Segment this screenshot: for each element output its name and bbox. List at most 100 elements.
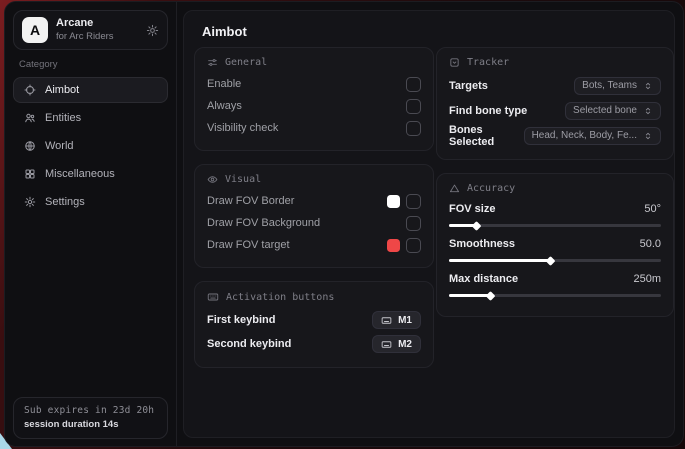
right-column: Tracker Targets Bots, Teams bbox=[436, 47, 674, 317]
setting-label: First keybind bbox=[207, 314, 275, 326]
session-duration-text: session duration 14s bbox=[24, 419, 157, 430]
sidebar-nav: Aimbot Entities bbox=[5, 77, 176, 215]
setting-label: Targets bbox=[449, 80, 488, 92]
sidebar-item-entities[interactable]: Entities bbox=[13, 105, 168, 131]
select-value: Selected bone bbox=[573, 105, 637, 116]
smoothness-slider[interactable] bbox=[449, 259, 661, 262]
globe-icon bbox=[24, 140, 36, 152]
general-card: General Enable Always Visibility check bbox=[194, 47, 434, 151]
eye-icon bbox=[207, 174, 218, 185]
users-icon bbox=[24, 112, 36, 124]
sidebar-item-miscellaneous[interactable]: Miscellaneous bbox=[13, 161, 168, 187]
setting-label: Draw FOV Background bbox=[207, 217, 320, 229]
desktop-background: A Arcane for Arc Riders Category bbox=[0, 0, 685, 449]
max-distance-slider[interactable] bbox=[449, 294, 661, 297]
chevrons-up-down-icon bbox=[643, 106, 653, 116]
targets-select[interactable]: Bots, Teams bbox=[574, 77, 661, 95]
setting-row-enable: Enable bbox=[207, 73, 421, 95]
sidebar-item-label: World bbox=[45, 140, 74, 152]
subscription-card: Sub expires in 23d 20h session duration … bbox=[13, 397, 168, 439]
gear-icon[interactable] bbox=[146, 24, 159, 37]
slider-handle[interactable] bbox=[471, 221, 481, 231]
section-title-activation: Activation buttons bbox=[226, 292, 334, 303]
keyboard-icon bbox=[381, 339, 392, 350]
fov-border-color-swatch[interactable] bbox=[387, 195, 400, 208]
setting-label: Bones Selected bbox=[449, 124, 524, 148]
setting-row-max-distance: Max distance 250m bbox=[449, 270, 661, 297]
find-bone-type-select[interactable]: Selected bone bbox=[565, 102, 661, 120]
chevrons-up-down-icon bbox=[643, 81, 653, 91]
setting-label: Second keybind bbox=[207, 338, 291, 350]
brand-card: A Arcane for Arc Riders bbox=[13, 10, 168, 50]
setting-row-find-bone-type: Find bone type Selected bone bbox=[449, 98, 661, 123]
visibility-check-checkbox[interactable] bbox=[406, 121, 421, 136]
always-checkbox[interactable] bbox=[406, 99, 421, 114]
crosshair-icon bbox=[24, 84, 36, 96]
draw-fov-background-checkbox[interactable] bbox=[406, 216, 421, 231]
draw-fov-target-checkbox[interactable] bbox=[406, 238, 421, 253]
setting-row-draw-fov-background: Draw FOV Background bbox=[207, 212, 421, 234]
bones-selected-select[interactable]: Head, Neck, Body, Fe... bbox=[524, 127, 661, 145]
setting-label: FOV size bbox=[449, 203, 495, 215]
sidebar-item-label: Entities bbox=[45, 112, 81, 124]
sub-expiry-text: Sub expires in 23d 20h bbox=[24, 405, 157, 416]
keybind-value: M2 bbox=[398, 339, 412, 350]
app-subtitle: for Arc Riders bbox=[56, 31, 114, 43]
main-panel: Aimbot General Enable bbox=[183, 10, 675, 438]
setting-row-always: Always bbox=[207, 95, 421, 117]
slider-value: 50° bbox=[644, 203, 661, 215]
setting-label: Draw FOV Border bbox=[207, 195, 294, 207]
app-logo: A bbox=[22, 17, 48, 43]
app-window: A Arcane for Arc Riders Category bbox=[4, 1, 684, 447]
second-keybind-button[interactable]: M2 bbox=[372, 335, 421, 353]
gear-icon bbox=[24, 196, 36, 208]
section-title-visual: Visual bbox=[225, 174, 261, 185]
category-label: Category bbox=[19, 59, 162, 70]
sidebar-item-label: Miscellaneous bbox=[45, 168, 115, 180]
draw-fov-border-checkbox[interactable] bbox=[406, 194, 421, 209]
keybind-value: M1 bbox=[398, 315, 412, 326]
setting-row-targets: Targets Bots, Teams bbox=[449, 73, 661, 98]
slider-value: 250m bbox=[633, 273, 661, 285]
setting-label: Enable bbox=[207, 78, 241, 90]
sidebar: A Arcane for Arc Riders Category bbox=[5, 2, 177, 446]
setting-row-smoothness: Smoothness 50.0 bbox=[449, 235, 661, 262]
setting-label: Visibility check bbox=[207, 122, 278, 134]
setting-label: Find bone type bbox=[449, 105, 527, 117]
slider-handle[interactable] bbox=[545, 256, 555, 266]
setting-row-visibility-check: Visibility check bbox=[207, 117, 421, 139]
setting-row-draw-fov-target: Draw FOV target bbox=[207, 234, 421, 256]
slider-handle[interactable] bbox=[486, 291, 496, 301]
setting-label: Smoothness bbox=[449, 238, 515, 250]
fov-target-color-swatch[interactable] bbox=[387, 239, 400, 252]
slider-fill bbox=[449, 259, 551, 262]
section-title-general: General bbox=[225, 57, 267, 68]
left-column: General Enable Always Visibility check bbox=[194, 47, 434, 368]
sidebar-item-label: Settings bbox=[45, 196, 85, 208]
setting-row-first-keybind: First keybind M1 bbox=[207, 308, 421, 332]
slider-fill bbox=[449, 294, 491, 297]
activation-card: Activation buttons First keybind M1 bbox=[194, 281, 434, 368]
sidebar-item-settings[interactable]: Settings bbox=[13, 189, 168, 215]
select-value: Bots, Teams bbox=[582, 80, 637, 91]
slider-fill bbox=[449, 224, 477, 227]
enable-checkbox[interactable] bbox=[406, 77, 421, 92]
setting-row-bones-selected: Bones Selected Head, Neck, Body, Fe... bbox=[449, 123, 661, 148]
section-title-accuracy: Accuracy bbox=[467, 183, 515, 194]
sliders-icon bbox=[207, 57, 218, 68]
triangle-icon bbox=[449, 183, 460, 194]
tracker-box-icon bbox=[449, 57, 460, 68]
page-title: Aimbot bbox=[202, 24, 247, 39]
app-name: Arcane bbox=[56, 17, 114, 31]
setting-row-second-keybind: Second keybind M2 bbox=[207, 332, 421, 356]
sidebar-item-world[interactable]: World bbox=[13, 133, 168, 159]
fov-size-slider[interactable] bbox=[449, 224, 661, 227]
slider-value: 50.0 bbox=[640, 238, 661, 250]
section-title-tracker: Tracker bbox=[467, 57, 509, 68]
chevrons-up-down-icon bbox=[643, 131, 653, 141]
sidebar-item-aimbot[interactable]: Aimbot bbox=[13, 77, 168, 103]
setting-row-fov-size: FOV size 50° bbox=[449, 200, 661, 227]
first-keybind-button[interactable]: M1 bbox=[372, 311, 421, 329]
tracker-card: Tracker Targets Bots, Teams bbox=[436, 47, 674, 160]
setting-label: Draw FOV target bbox=[207, 239, 290, 251]
